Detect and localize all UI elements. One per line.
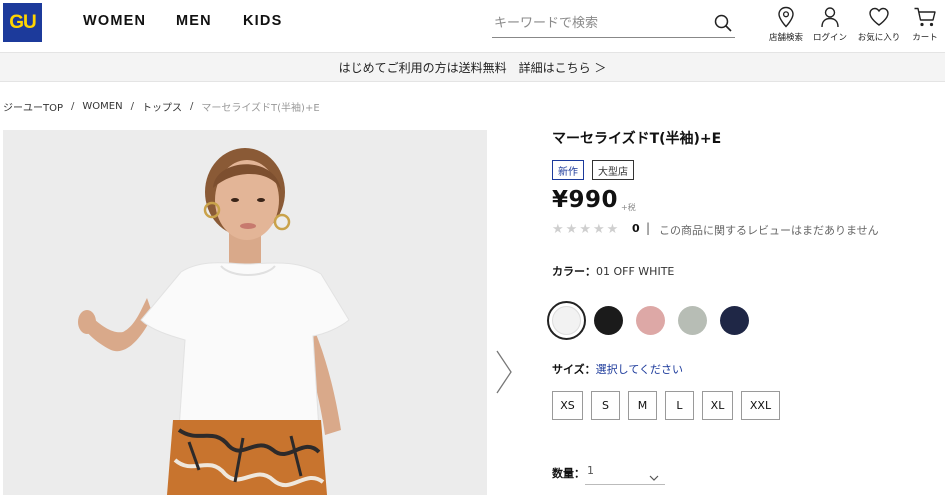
nav-kids[interactable]: KIDS bbox=[243, 13, 282, 29]
banner-text[interactable]: はじめてご利用の方は送料無料 詳細はこちら ＞ bbox=[339, 59, 607, 76]
favorites-link[interactable]: お気に入り bbox=[857, 6, 901, 43]
favorites-label: お気に入り bbox=[857, 33, 901, 43]
store-search-label: 店舗検索 bbox=[768, 33, 803, 43]
rating-stars: ★ ★ ★ ★ ★ bbox=[552, 223, 618, 236]
star-icon: ★ bbox=[606, 222, 619, 237]
user-icon bbox=[808, 6, 852, 28]
size-prompt: 選択してください bbox=[595, 363, 684, 376]
review-separator: | bbox=[646, 221, 651, 235]
breadcrumb-women[interactable]: WOMEN bbox=[82, 101, 122, 112]
star-icon: ★ bbox=[579, 222, 591, 237]
swatch-navy[interactable] bbox=[720, 306, 749, 335]
product-price: ¥990 bbox=[552, 187, 619, 213]
site-header: GU WOMEN MEN KIDS 店舗検索 ログイン お気に入り カート bbox=[0, 0, 945, 52]
swatch-off-white[interactable] bbox=[552, 306, 581, 335]
swatch-black[interactable] bbox=[594, 306, 623, 335]
location-pin-icon bbox=[764, 6, 808, 28]
search-bar bbox=[492, 9, 735, 38]
breadcrumb-separator: / bbox=[189, 101, 194, 112]
cart-link[interactable]: カート bbox=[903, 6, 945, 43]
breadcrumb-separator: / bbox=[130, 101, 134, 112]
heart-icon bbox=[857, 6, 901, 28]
color-selection: カラー：01 OFF WHITE bbox=[552, 263, 674, 279]
large-store-badge: 大型店 bbox=[592, 160, 634, 180]
size-selection: サイズ：選択してください bbox=[552, 361, 683, 377]
color-label: カラー： bbox=[552, 265, 596, 278]
search-input[interactable] bbox=[494, 13, 704, 33]
nav-women[interactable]: WOMEN bbox=[83, 13, 146, 29]
breadcrumb: ジーユーTOP / WOMEN / トップス / マーセライズドT(半袖)+E bbox=[3, 99, 320, 114]
size-l-button[interactable]: L bbox=[665, 391, 694, 420]
size-xxl-button[interactable]: XXL bbox=[741, 391, 780, 420]
quantity-value: 1 bbox=[587, 464, 594, 477]
store-search-link[interactable]: 店舗検索 bbox=[764, 6, 808, 43]
breadcrumb-top[interactable]: ジーユーTOP bbox=[3, 99, 63, 114]
model-photo bbox=[3, 130, 487, 495]
gu-logo[interactable]: GU bbox=[3, 3, 42, 42]
review-message: この商品に関するレビューはまだありません bbox=[659, 224, 879, 237]
size-xl-button[interactable]: XL bbox=[702, 391, 733, 420]
review-count: 0 bbox=[632, 222, 640, 235]
product-image[interactable] bbox=[3, 130, 487, 495]
cart-label: カート bbox=[912, 33, 938, 43]
star-icon: ★ bbox=[592, 222, 605, 237]
free-shipping-banner[interactable]: はじめてご利用の方は送料無料 詳細はこちら ＞ bbox=[0, 52, 945, 82]
quantity-select[interactable]: 1 bbox=[585, 461, 665, 485]
star-icon: ★ bbox=[565, 222, 578, 237]
breadcrumb-tops[interactable]: トップス bbox=[142, 99, 182, 114]
selected-color: 01 OFF WHITE bbox=[596, 265, 675, 278]
breadcrumb-separator: / bbox=[71, 101, 75, 112]
star-icon: ★ bbox=[552, 222, 564, 237]
cart-icon bbox=[903, 6, 945, 28]
size-label: サイズ： bbox=[552, 363, 596, 376]
next-image-arrow-icon[interactable] bbox=[494, 349, 514, 395]
tax-label: +税 bbox=[621, 203, 636, 212]
new-badge: 新作 bbox=[552, 160, 584, 180]
login-link[interactable]: ログイン bbox=[808, 6, 852, 43]
swatch-pink[interactable] bbox=[636, 306, 665, 335]
size-m-button[interactable]: M bbox=[628, 391, 657, 420]
product-title: マーセライズドT(半袖)+E bbox=[552, 131, 722, 147]
size-xs-button[interactable]: XS bbox=[552, 391, 583, 420]
search-icon[interactable] bbox=[713, 13, 733, 33]
quantity-label: 数量： bbox=[552, 467, 585, 480]
swatch-sage-gray[interactable] bbox=[678, 306, 707, 335]
login-label: ログイン bbox=[812, 33, 847, 43]
chevron-down-icon bbox=[649, 467, 659, 481]
size-s-button[interactable]: S bbox=[591, 391, 620, 420]
breadcrumb-current: マーセライズドT(半袖)+E bbox=[201, 103, 320, 114]
nav-men[interactable]: MEN bbox=[176, 13, 212, 29]
